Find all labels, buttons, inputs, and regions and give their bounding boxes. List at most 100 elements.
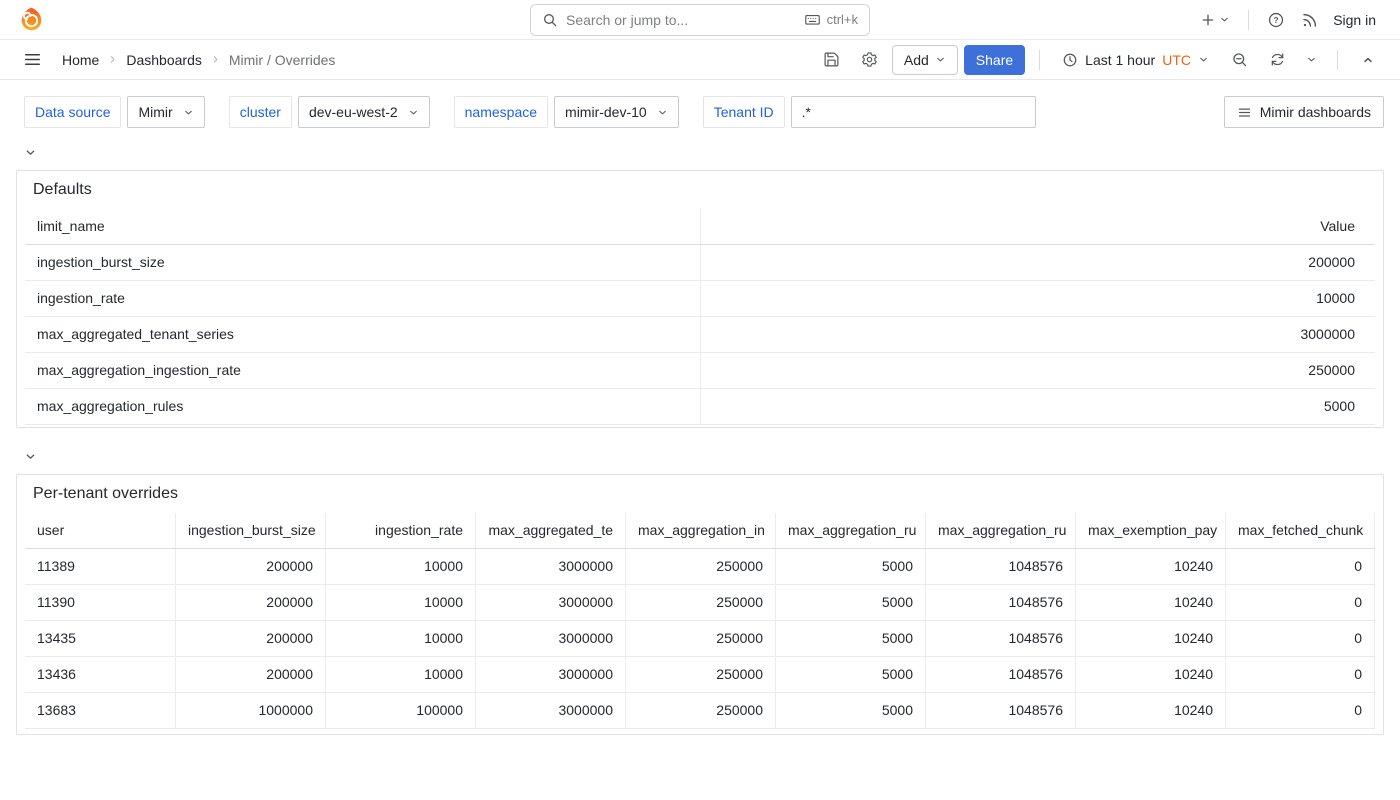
table-cell: 10240 xyxy=(1075,657,1225,692)
svg-text:?: ? xyxy=(1274,16,1279,25)
toolbar-actions: Add Share Last 1 hour UTC xyxy=(816,45,1384,75)
table-cell: 10240 xyxy=(1075,549,1225,584)
help-icon: ? xyxy=(1267,11,1285,29)
table-cell: max_aggregation_ingestion_rate xyxy=(25,353,700,388)
time-range-label: Last 1 hour xyxy=(1085,52,1155,68)
table-cell: 5000 xyxy=(775,693,925,728)
row-collapse-toggle[interactable] xyxy=(24,448,40,464)
cluster-select[interactable]: dev-eu-west-2 xyxy=(298,96,430,128)
table-cell: max_aggregation_rules xyxy=(25,389,700,424)
table-cell: 11390 xyxy=(25,585,175,620)
table-cell: 5000 xyxy=(775,585,925,620)
table-cell: 1048576 xyxy=(925,693,1075,728)
breadcrumb-home[interactable]: Home xyxy=(62,52,99,68)
column-header[interactable]: max_fetched_chunk xyxy=(1225,513,1375,548)
table-cell: 0 xyxy=(1225,657,1375,692)
row-collapse-toggle[interactable] xyxy=(24,144,40,160)
save-dashboard-button[interactable] xyxy=(816,45,848,75)
caret-up-icon xyxy=(1361,53,1375,67)
table-row: ingestion_burst_size200000 xyxy=(25,245,1375,281)
add-button-label: Add xyxy=(904,52,929,68)
table-cell: 0 xyxy=(1225,549,1375,584)
table-cell: 0 xyxy=(1225,621,1375,656)
table-cell: 3000000 xyxy=(475,585,625,620)
table-cell: 10000 xyxy=(325,549,475,584)
news-button[interactable] xyxy=(1295,4,1325,36)
column-header[interactable]: max_aggregated_te xyxy=(475,513,625,548)
breadcrumb-dashboards[interactable]: Dashboards xyxy=(126,52,202,68)
variables-bar: Data source Mimir cluster dev-eu-west-2 … xyxy=(24,96,1384,128)
rss-icon xyxy=(1301,11,1319,29)
share-button[interactable]: Share xyxy=(964,45,1025,75)
table-cell: 200000 xyxy=(175,621,325,656)
table-cell: 5000 xyxy=(775,549,925,584)
defaults-table: limit_nameValueingestion_burst_size20000… xyxy=(25,209,1375,425)
table-cell: 10000 xyxy=(325,621,475,656)
collapse-toolbar-button[interactable] xyxy=(1352,45,1384,75)
table-cell: 10000 xyxy=(700,281,1375,316)
shortcut-label: ctrl+k xyxy=(827,12,858,27)
chevron-down-icon xyxy=(24,146,37,159)
dashboard-settings-button[interactable] xyxy=(854,45,886,75)
table-cell: 5000 xyxy=(775,621,925,656)
menu-icon xyxy=(23,50,42,69)
gear-icon xyxy=(861,51,878,68)
cluster-filter: cluster dev-eu-west-2 xyxy=(229,96,430,128)
menu-button[interactable] xyxy=(16,44,48,76)
mimir-dashboards-button[interactable]: Mimir dashboards xyxy=(1224,96,1384,128)
overrides-panel-title[interactable]: Per-tenant overrides xyxy=(17,475,1383,513)
search-shortcut: ctrl+k xyxy=(804,11,858,28)
column-header[interactable]: max_aggregation_in xyxy=(625,513,775,548)
table-cell: 250000 xyxy=(625,621,775,656)
chevron-down-icon xyxy=(183,107,194,118)
breadcrumb: Home Dashboards Mimir / Overrides xyxy=(62,52,335,68)
table-row: 1368310000001000003000000250000500010485… xyxy=(25,693,1375,729)
datasource-label: Data source xyxy=(24,96,121,128)
table-cell: 200000 xyxy=(175,585,325,620)
help-button[interactable]: ? xyxy=(1261,4,1291,36)
divider xyxy=(1248,10,1249,30)
table-cell: max_aggregated_tenant_series xyxy=(25,317,700,352)
column-header[interactable]: user xyxy=(25,513,175,548)
zoom-out-time-button[interactable] xyxy=(1223,45,1255,75)
time-range-picker[interactable]: Last 1 hour UTC xyxy=(1054,45,1217,75)
tenant-id-input[interactable] xyxy=(791,96,1036,128)
apps-icon xyxy=(1237,105,1252,120)
datasource-select[interactable]: Mimir xyxy=(127,96,204,128)
search-wrap: Search or jump to... ctrl+k xyxy=(530,4,870,36)
search-placeholder: Search or jump to... xyxy=(566,12,796,28)
datasource-value: Mimir xyxy=(138,104,172,120)
column-header[interactable]: Value xyxy=(700,209,1375,244)
new-button[interactable] xyxy=(1194,4,1236,36)
table-cell: 11389 xyxy=(25,549,175,584)
namespace-select[interactable]: mimir-dev-10 xyxy=(554,96,679,128)
cluster-label: cluster xyxy=(229,96,292,128)
column-header[interactable]: limit_name xyxy=(25,209,700,244)
zoom-out-icon xyxy=(1231,51,1248,68)
refresh-interval-button[interactable] xyxy=(1299,45,1323,75)
table-row: 1343620000010000300000025000050001048576… xyxy=(25,657,1375,693)
column-header[interactable]: ingestion_burst_size xyxy=(175,513,325,548)
column-header[interactable]: max_aggregation_ru xyxy=(925,513,1075,548)
defaults-panel-title[interactable]: Defaults xyxy=(17,171,1383,209)
table-row: max_aggregation_ingestion_rate250000 xyxy=(25,353,1375,389)
search-input[interactable]: Search or jump to... ctrl+k xyxy=(530,4,870,36)
add-button[interactable]: Add xyxy=(892,45,958,75)
mimir-dashboards-label: Mimir dashboards xyxy=(1260,104,1371,120)
column-header[interactable]: max_aggregation_ru xyxy=(775,513,925,548)
table-cell: 5000 xyxy=(700,389,1375,424)
plus-icon xyxy=(1200,12,1216,28)
table-cell: 3000000 xyxy=(475,693,625,728)
timezone-label: UTC xyxy=(1162,52,1191,68)
table-header-row: useringestion_burst_sizeingestion_ratema… xyxy=(25,513,1375,549)
table-cell: 1000000 xyxy=(175,693,325,728)
share-button-label: Share xyxy=(976,52,1013,68)
keyboard-icon xyxy=(804,11,821,28)
column-header[interactable]: ingestion_rate xyxy=(325,513,475,548)
table-cell: 1048576 xyxy=(925,585,1075,620)
refresh-button[interactable] xyxy=(1261,45,1293,75)
column-header[interactable]: max_exemption_pay xyxy=(1075,513,1225,548)
sign-in-button[interactable]: Sign in xyxy=(1329,12,1384,28)
dashboard-canvas: Data source Mimir cluster dev-eu-west-2 … xyxy=(0,96,1400,800)
grafana-logo[interactable] xyxy=(16,5,46,35)
